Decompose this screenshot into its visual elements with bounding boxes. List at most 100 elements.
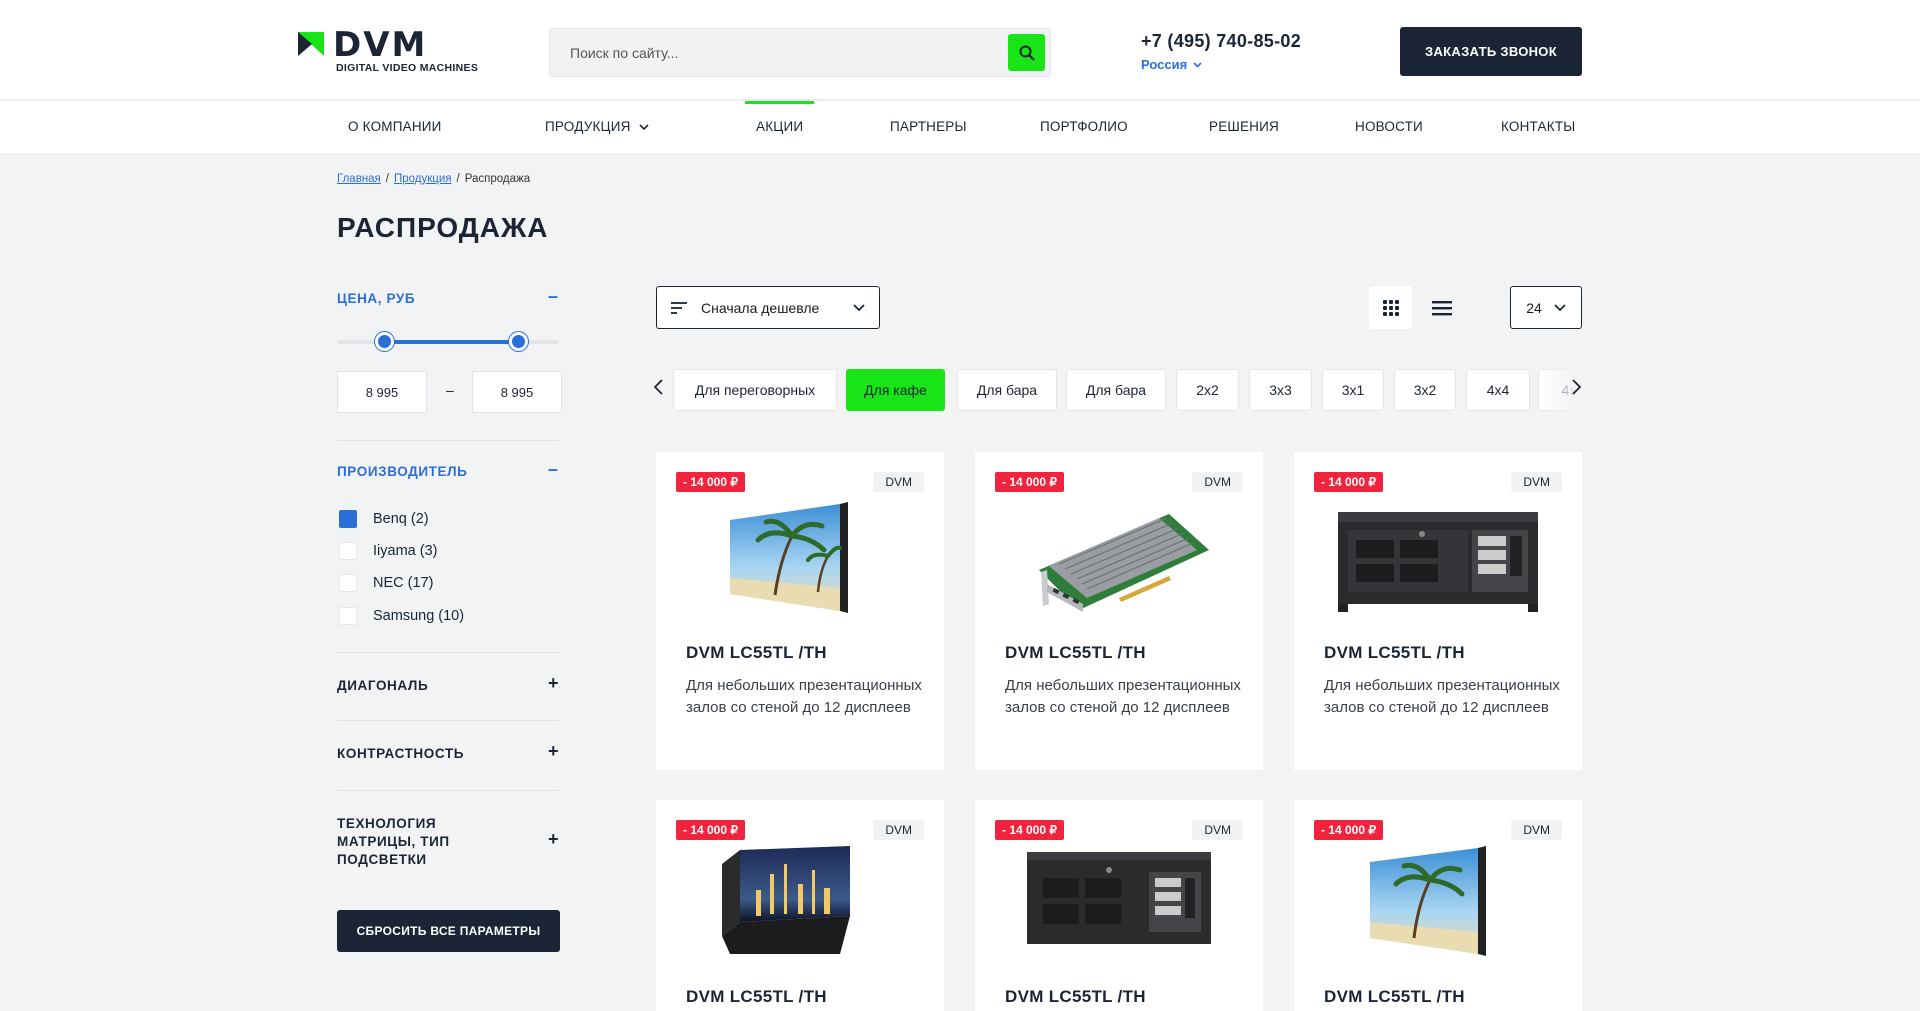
checkbox[interactable] (339, 574, 357, 592)
product-title: DVM LC55TL /TH (1005, 643, 1146, 662)
chip[interactable]: Для переговорных (673, 369, 837, 411)
filter-divider (337, 720, 559, 721)
sort-select[interactable]: Сначала дешевле (656, 286, 880, 329)
checkbox[interactable] (339, 542, 357, 560)
video-wall-panel-image (730, 502, 848, 613)
checkbox[interactable] (339, 607, 357, 625)
price-slider-max-handle[interactable] (509, 332, 528, 351)
rack-server-image (1338, 512, 1538, 612)
nav-label: О компании (348, 119, 442, 134)
logo-wordmark: DVM (333, 25, 428, 65)
nav-label: Продукция (545, 119, 631, 134)
price-slider-min-handle[interactable] (375, 332, 394, 351)
nav-item-portfolio[interactable]: Портфолио (1040, 119, 1128, 134)
discount-badge: - 14 000 ₽ (1314, 820, 1384, 840)
chip[interactable]: 3x3 (1249, 369, 1312, 411)
breadcrumb-separator: / (456, 173, 460, 185)
chip[interactable]: 3x2 (1394, 369, 1456, 411)
chip[interactable]: Для бара (957, 369, 1057, 411)
filter-contrast-expand-toggle[interactable]: + (548, 741, 559, 762)
product-title: DVM LC55TL /TH (686, 643, 827, 662)
chip[interactable]: Для бара (1066, 369, 1166, 411)
chevron-down-icon (639, 123, 649, 130)
nav-item-about[interactable]: О компании (348, 119, 442, 134)
search-input[interactable] (570, 41, 970, 65)
nav-label: Акции (756, 119, 804, 134)
manufacturer-option-iiyama[interactable]: Iiyama (3) (339, 542, 437, 560)
filter-contrast-title[interactable]: Контрастность (337, 746, 464, 761)
breadcrumb-home-link[interactable]: Главная (337, 173, 381, 185)
page-title: Распродажа (337, 212, 549, 244)
filter-matrix-title-line: Технология (337, 816, 437, 831)
checkbox-label: Samsung (10) (373, 608, 465, 624)
list-view-button[interactable] (1420, 286, 1463, 329)
nav-active-indicator (745, 101, 814, 104)
phone-number[interactable]: +7 (495) 740-85-02 (1141, 31, 1301, 52)
nav-item-contacts[interactable]: Контакты (1501, 119, 1575, 134)
reset-filters-button[interactable]: Сбросить все параметры (337, 910, 560, 952)
checkbox-label: NEC (17) (373, 575, 434, 591)
video-wall-panel-image (1370, 846, 1486, 956)
filter-price-collapse-toggle[interactable]: – (548, 286, 558, 307)
filter-diagonal-expand-toggle[interactable]: + (548, 673, 559, 694)
price-max-input[interactable] (472, 371, 562, 413)
grid-view-button[interactable] (1369, 286, 1412, 329)
region-select[interactable]: Россия (1141, 57, 1202, 72)
grid-icon (1382, 299, 1399, 316)
chip[interactable]: 3x1 (1322, 369, 1384, 411)
discount-badge: - 14 000 ₽ (995, 472, 1065, 492)
nav-label: Портфолио (1040, 119, 1128, 134)
product-description: Для небольших презентационных залов со с… (686, 677, 922, 716)
sort-label: Сначала дешевле (701, 299, 820, 316)
manufacturer-option-nec[interactable]: NEC (17) (339, 574, 433, 592)
graphics-card-image (1039, 514, 1209, 612)
nav-item-promotions[interactable]: Акции (756, 119, 803, 134)
checkbox[interactable] (339, 510, 357, 528)
filter-matrix-title[interactable]: Технология матрицы, тип подсветки (337, 815, 450, 869)
chip[interactable]: 4x4 (1466, 369, 1530, 411)
per-page-select[interactable]: 24 (1510, 286, 1582, 329)
nav-item-partners[interactable]: Партнеры (890, 119, 967, 134)
filter-diagonal-title[interactable]: Диагональ (337, 678, 428, 693)
filter-matrix-expand-toggle[interactable]: + (548, 829, 559, 850)
checkbox-label: Iiyama (3) (373, 543, 438, 559)
filter-matrix-title-line: матрицы, тип (337, 834, 450, 849)
nav-item-products[interactable]: Продукция (545, 119, 649, 134)
chip[interactable]: 2x2 (1176, 369, 1239, 411)
list-icon (1431, 300, 1452, 315)
rack-server-image (1027, 852, 1211, 944)
chip-active[interactable]: Для кафе (846, 369, 945, 411)
price-min-input[interactable] (337, 371, 427, 413)
search-box (549, 28, 1051, 77)
nav-item-news[interactable]: Новости (1355, 119, 1423, 134)
chips-next-button[interactable] (1572, 378, 1582, 401)
search-icon (1019, 45, 1035, 61)
product-title: DVM LC55TL /TH (1324, 643, 1465, 662)
product-card[interactable]: - 14 000 ₽ DVM DVM LC55TL /TH Для неболь… (1294, 452, 1582, 770)
nav-item-solutions[interactable]: Решения (1209, 119, 1279, 134)
order-call-button[interactable]: Заказать звонок (1400, 27, 1582, 76)
chevron-down-icon (1193, 61, 1202, 68)
manufacturer-option-samsung[interactable]: Samsung (10) (339, 607, 464, 625)
region-label: Россия (1141, 57, 1188, 72)
chevron-down-icon (1554, 304, 1566, 311)
product-title: DVM LC55TL /TH (1324, 987, 1465, 1006)
logo[interactable]: DVM DIGITAL VIDEO MACHINES (298, 25, 488, 76)
price-range-dash: – (446, 382, 454, 398)
search-button[interactable] (1008, 34, 1045, 71)
product-card[interactable]: - 14 000 ₽ DVM DVM LC55TL /TH Для неболь… (975, 452, 1263, 770)
filter-manufacturer-title[interactable]: Производитель (337, 464, 467, 479)
product-card[interactable]: - 14 000 ₽ DVM DVM LC55TL /TH Для неболь… (656, 452, 944, 770)
filter-price-title[interactable]: Цена, руб (337, 291, 415, 306)
breadcrumb-products-link[interactable]: Продукция (394, 173, 452, 185)
sort-icon (671, 301, 687, 314)
site-header: DVM DIGITAL VIDEO MACHINES +7 (495) 740-… (0, 0, 1920, 100)
filter-manufacturer-collapse-toggle[interactable]: – (548, 459, 558, 480)
product-card[interactable]: - 14 000 ₽ DVM DVM LC55TL /TH (975, 800, 1263, 1011)
product-card[interactable]: - 14 000 ₽ DVM DVM LC55TL /TH (1294, 800, 1582, 1011)
manufacturer-option-benq[interactable]: Benq (2) (339, 510, 429, 528)
nav-label: Партнеры (890, 119, 967, 134)
brand-badge: DVM (1192, 472, 1243, 492)
reset-filters-label: Сбросить все параметры (356, 924, 541, 938)
product-card[interactable]: - 14 000 ₽ DVM DVM LC55TL /TH (656, 800, 944, 1011)
